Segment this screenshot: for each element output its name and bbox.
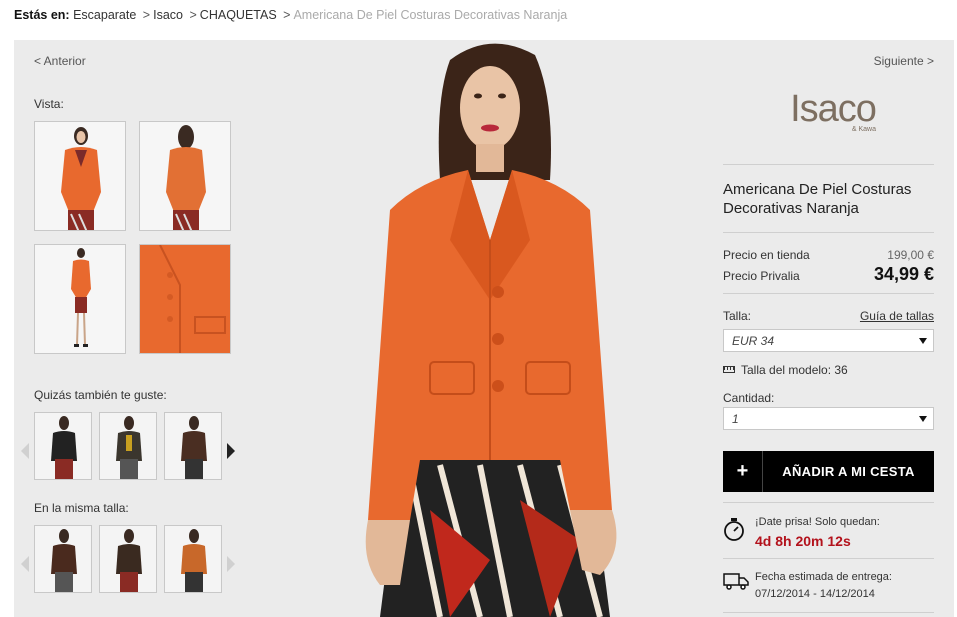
privalia-price-label: Precio Privalia [723,269,800,283]
breadcrumb-prefix: Estás en: [14,8,70,22]
same-size-prev-arrow[interactable] [21,556,29,572]
store-price-row: Precio en tienda 199,00 € [723,248,934,262]
divider [723,293,934,294]
size-guide-link[interactable]: Guía de tallas [860,309,934,323]
thumbnail-detail-view[interactable] [139,244,231,354]
chevron-down-icon [919,338,927,344]
urgency-text: ¡Date prisa! Solo quedan: [755,516,880,528]
brand-logo: Isaco & Kawa [778,90,888,133]
add-to-cart-button[interactable]: + AÑADIR A MI CESTA [723,451,934,492]
same-size-label: En la misma talla: [34,501,129,515]
model-size-text: Talla del modelo: 36 [741,363,848,377]
divider [723,164,934,165]
breadcrumb-item-brand[interactable]: Isaco [153,8,183,22]
delivery-label: Fecha estimada de entrega: [755,571,892,583]
size-label: Talla: [723,309,752,323]
recommendation-item[interactable] [164,412,222,480]
stopwatch-icon [724,518,744,541]
gallery-label: Vista: [34,97,64,111]
ruler-icon [723,366,735,373]
recommendations-label: Quizás también te guste: [34,388,167,402]
breadcrumb-separator: > [283,8,291,22]
privalia-price-value: 34,99 € [873,264,934,284]
product-info: Isaco & Kawa Americana De Piel Costuras … [723,40,934,617]
chevron-down-icon [919,416,927,422]
quantity-label: Cantidad: [723,391,775,405]
size-select-value: EUR 34 [732,334,775,348]
store-price-value: 199,00 € [887,248,934,262]
previous-product-link[interactable]: < Anterior [34,54,86,68]
countdown-timer: 4d 8h 20m 12s [755,533,851,549]
recommendations-next-arrow[interactable] [227,443,235,459]
recommendation-item[interactable] [34,412,92,480]
product-panel: < Anterior Siguiente > Vista: Quizás tam… [14,40,954,617]
divider [723,558,934,559]
divider [723,232,934,233]
plus-icon: + [723,451,763,492]
recommendations-prev-arrow[interactable] [21,443,29,459]
brand-name: Isaco [790,88,877,130]
recommendation-item[interactable] [99,412,157,480]
breadcrumb-separator: > [142,8,151,22]
breadcrumb-separator: > [189,8,197,22]
divider [723,502,934,503]
thumbnail-front-view[interactable] [34,121,126,231]
divider [723,612,934,613]
breadcrumb-item-escaparate[interactable]: Escaparate [73,8,136,22]
same-size-next-arrow[interactable] [227,556,235,572]
quantity-select[interactable]: 1 [723,407,934,430]
same-size-item[interactable] [164,525,222,593]
breadcrumb: Estás en: Escaparate > Isaco > CHAQUETAS >… [14,8,567,22]
size-select[interactable]: EUR 34 [723,329,934,352]
quantity-select-value: 1 [732,412,739,426]
thumbnail-back-view[interactable] [139,121,231,231]
add-to-cart-label: AÑADIR A MI CESTA [782,464,915,479]
delivery-dates: 07/12/2014 - 14/12/2014 [755,588,875,600]
store-price-label: Precio en tienda [723,248,810,262]
thumbnail-full-body-view[interactable] [34,244,126,354]
privalia-price-row: Precio Privalia 34,99 € [723,264,934,284]
breadcrumb-current: Americana De Piel Costuras Decorativas N… [293,8,568,22]
delivery-truck-icon [723,573,749,590]
same-size-item[interactable] [99,525,157,593]
product-title: Americana De Piel Costuras Decorativas N… [723,181,912,217]
model-size-info: Talla del modelo: 36 [723,363,848,377]
same-size-item[interactable] [34,525,92,593]
product-main-image [350,40,650,617]
breadcrumb-item-category[interactable]: CHAQUETAS [200,8,277,22]
